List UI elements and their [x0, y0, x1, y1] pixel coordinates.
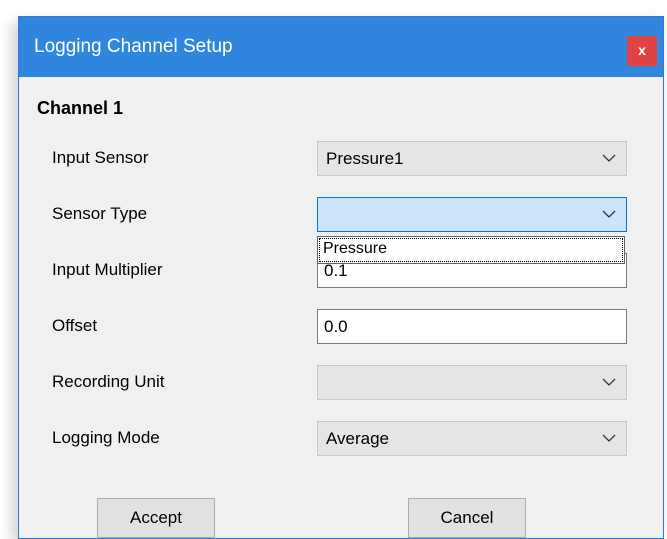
accept-button[interactable]: Accept [97, 498, 215, 538]
logging-mode-label: Logging Mode [52, 428, 160, 447]
offset-value: 0.0 [324, 317, 348, 336]
input-sensor-combobox[interactable]: Pressure1 [317, 141, 627, 176]
sensor-type-label: Sensor Type [52, 204, 148, 223]
sensor-type-dropdown-list: Pressure [317, 236, 625, 264]
chevron-down-icon [602, 210, 616, 218]
offset-field[interactable]: 0.0 [317, 309, 627, 344]
chevron-down-icon [602, 434, 616, 442]
sensor-type-combobox[interactable] [317, 197, 627, 232]
logging-mode-combobox[interactable]: Average [317, 421, 627, 456]
sensor-type-option-pressure[interactable]: Pressure [319, 238, 623, 262]
close-icon: x [638, 42, 646, 58]
dialog-window: Logging Channel Setup x Channel 1 Input … [18, 16, 664, 539]
chevron-down-icon [602, 154, 616, 162]
window-title: Logging Channel Setup [34, 36, 233, 57]
input-sensor-value: Pressure1 [326, 149, 404, 168]
input-multiplier-label: Input Multiplier [52, 260, 163, 279]
cancel-button[interactable]: Cancel [408, 498, 526, 538]
offset-label: Offset [52, 316, 98, 335]
logging-mode-value: Average [326, 429, 390, 448]
input-multiplier-value: 0.1 [324, 261, 348, 280]
chevron-down-icon [602, 378, 616, 386]
title-bar[interactable]: Logging Channel Setup x [19, 17, 663, 77]
recording-unit-combobox[interactable] [317, 365, 627, 400]
input-sensor-label: Input Sensor [52, 148, 149, 167]
channel-group-title: Channel 1 [37, 98, 124, 118]
recording-unit-label: Recording Unit [52, 372, 165, 391]
close-button[interactable]: x [627, 36, 657, 66]
